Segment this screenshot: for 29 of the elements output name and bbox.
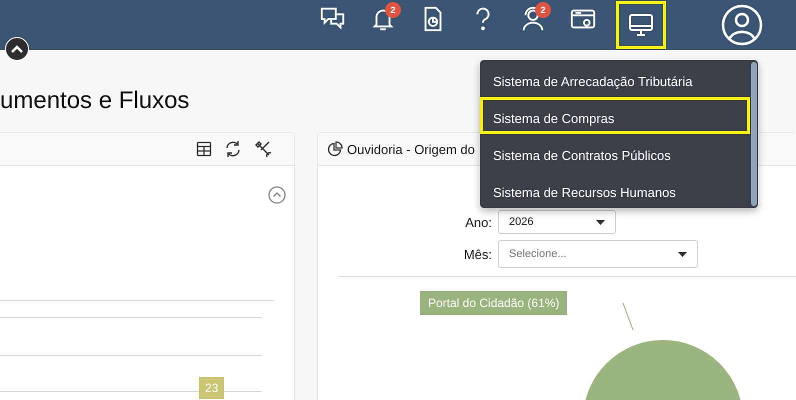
page-title: umentos e Fluxos — [0, 86, 190, 116]
chevron-up-icon — [11, 45, 23, 53]
monitor-button[interactable] — [616, 1, 666, 49]
bar-value-label: 23 — [199, 377, 224, 399]
leader-line — [622, 302, 634, 330]
card-title: Ouvidoria - Origem do — [347, 142, 475, 156]
user-avatar-button[interactable] — [721, 4, 763, 46]
menu-item[interactable]: Sistema de Contratos Públicos — [480, 134, 750, 171]
pie-chart-icon — [327, 141, 343, 157]
slice-label: Portal do Cidadão (61%) — [420, 291, 568, 315]
filter-label: Ano: — [464, 214, 492, 230]
menu-item[interactable]: Sistema de Arrecadação Tributária — [480, 60, 750, 97]
scrollbar[interactable] — [751, 62, 757, 206]
month-select[interactable]: Selecione... — [498, 240, 698, 268]
caret-icon — [678, 252, 687, 256]
notification-badge: 2 — [535, 2, 551, 18]
chevron-up-circle-icon[interactable] — [268, 186, 286, 204]
bell-button[interactable]: 2 — [366, 1, 400, 37]
caret-icon — [596, 220, 605, 224]
table-icon[interactable] — [196, 141, 212, 157]
menu-item[interactable]: Sistema de Recursos Humanos — [480, 171, 750, 208]
filter-label: Mês: — [462, 246, 492, 262]
refresh-icon[interactable] — [224, 140, 242, 158]
notification-badge: 2 — [385, 2, 401, 18]
collapse-button[interactable] — [5, 37, 29, 61]
year-select[interactable]: 2026 — [498, 210, 616, 234]
menu-item[interactable]: Sistema de Compras — [480, 97, 750, 134]
user-icon — [721, 4, 763, 46]
support-button[interactable]: 2 — [516, 1, 550, 37]
